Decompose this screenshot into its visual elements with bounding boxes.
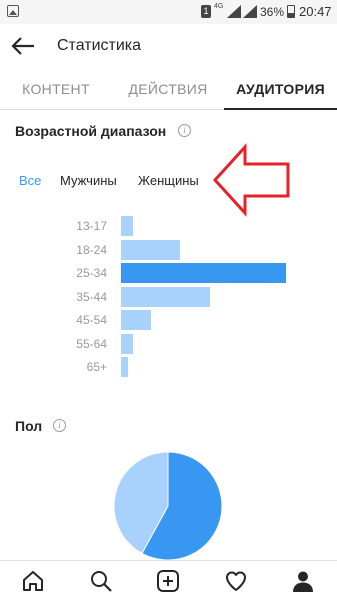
age-bar-13-17 — [121, 216, 133, 236]
app-bar: Статистика — [0, 24, 337, 68]
back-arrow-icon[interactable] — [10, 34, 36, 58]
add-post-icon[interactable] — [156, 569, 180, 593]
search-icon[interactable] — [89, 569, 113, 593]
profile-icon[interactable] — [291, 569, 315, 593]
network-type: 4G — [214, 3, 224, 10]
info-icon[interactable]: i — [178, 124, 191, 137]
home-icon[interactable] — [21, 569, 45, 593]
filter-women[interactable]: Женщины — [138, 173, 199, 188]
battery-icon — [287, 5, 295, 18]
tab-content[interactable]: КОНТЕНТ — [0, 70, 112, 110]
age-bar-35-44 — [121, 286, 211, 307]
filter-all[interactable]: Все — [19, 173, 41, 188]
signal-icon-2 — [243, 5, 257, 18]
clock: 20:47 — [299, 4, 332, 19]
info-icon-gender[interactable]: i — [53, 419, 66, 432]
age-bar-25-34 — [121, 263, 286, 283]
tab-bar: КОНТЕНТ ДЕЙСТВИЯ АУДИТОРИЯ — [0, 70, 337, 110]
filter-men[interactable]: Мужчины — [60, 173, 117, 188]
age-range-title: Возрастной диапазон — [15, 123, 167, 139]
age-bar-45-54 — [121, 310, 151, 330]
tab-actions[interactable]: ДЕЙСТВИЯ — [112, 70, 224, 110]
age-label-35-44: 35-44 — [76, 289, 107, 304]
battery-percent: 36% — [260, 5, 285, 19]
age-bar-65+ — [121, 357, 128, 377]
status-bar: 1 4G 36% 20:47 — [0, 0, 337, 24]
heart-icon[interactable] — [224, 569, 248, 593]
red-arrow-icon — [212, 143, 290, 217]
gender-pie-chart — [114, 452, 222, 560]
gender-title: Пол — [15, 418, 43, 434]
age-label-55-64: 55-64 — [76, 336, 107, 351]
bottom-navigation — [0, 560, 337, 600]
page-title: Статистика — [57, 37, 142, 54]
age-label-25-34: 25-34 — [76, 266, 107, 280]
age-bar-55-64 — [121, 333, 133, 354]
sim-icon: 1 — [201, 5, 211, 18]
gallery-icon — [7, 5, 19, 17]
age-label-65+: 65+ — [86, 360, 107, 374]
age-bar-18-24 — [121, 239, 181, 260]
signal-icon — [227, 5, 241, 18]
tab-audience[interactable]: АУДИТОРИЯ — [224, 70, 337, 110]
age-bar-chart: 13-17 18-24 25-34 35-44 45-54 55-64 65+ — [0, 210, 337, 380]
age-label-18-24: 18-24 — [76, 242, 107, 257]
age-label-13-17: 13-17 — [76, 219, 107, 233]
age-label-45-54: 45-54 — [76, 313, 107, 327]
